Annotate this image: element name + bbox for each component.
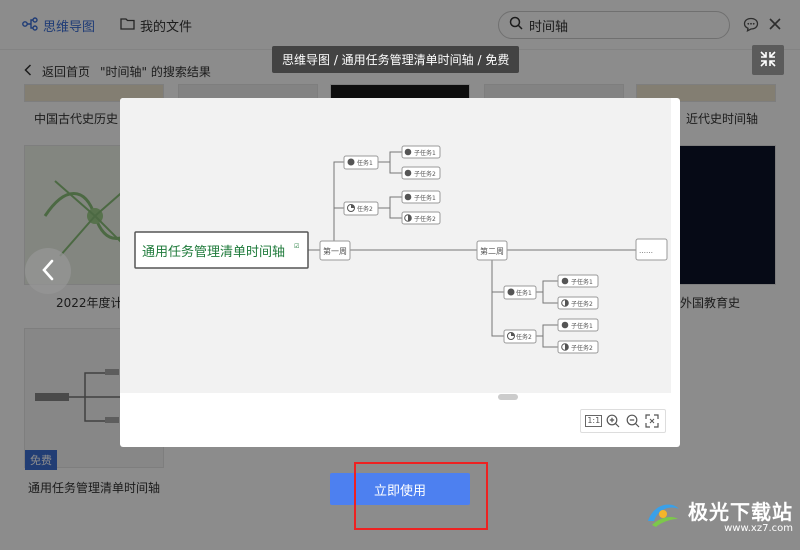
svg-text:☑: ☑ (294, 243, 299, 250)
reset-zoom-button[interactable]: 1:1 (585, 412, 603, 430)
mindmap-subtask-label: 子任务2 (414, 170, 436, 178)
mindmap-subtask-label: 子任务1 (414, 194, 436, 202)
zoom-out-icon[interactable] (624, 412, 642, 430)
mindmap-root-label: 通用任务管理清单时间轴 (142, 244, 285, 260)
mindmap-subtask-label: 子任务1 (571, 278, 593, 286)
mindmap-task-label: 任务1 (516, 289, 532, 297)
mindmap-ellipsis-label: …… (639, 247, 653, 255)
modal-breadcrumb: 思维导图 / 通用任务管理清单时间轴 / 免费 (272, 46, 520, 73)
zoom-toolbar: 1:1 (580, 409, 666, 433)
mindmap-subtask-label: 子任务1 (414, 149, 436, 157)
watermark-logo-icon (644, 499, 682, 532)
horizontal-scrollbar[interactable] (498, 394, 518, 400)
chevron-left-icon (41, 259, 55, 284)
template-preview: 通用任务管理清单时间轴 ☑ 第一周 第二周 …… 任务1 任务2 子任务1 子任… (120, 98, 680, 447)
mindmap-task-label: 任务2 (357, 205, 373, 213)
mindmap-subtask-label: 子任务2 (571, 344, 593, 352)
exit-fullscreen-button[interactable] (752, 45, 784, 75)
watermark-brand: 极光下载站 (688, 500, 793, 524)
previous-button[interactable] (25, 248, 71, 294)
zoom-in-icon[interactable] (604, 412, 622, 430)
mindmap-week2-label: 第二周 (480, 246, 504, 256)
mindmap-task-label: 任务1 (357, 159, 373, 167)
mindmap-week1-label: 第一周 (323, 246, 347, 256)
mindmap-subtask-label: 子任务2 (571, 300, 593, 308)
watermark: 极光下载站 www.xz7.com (644, 496, 793, 534)
reset-zoom-label: 1:1 (585, 415, 603, 427)
collapse-icon (760, 50, 776, 70)
mindmap-canvas[interactable]: 通用任务管理清单时间轴 ☑ 第一周 第二周 …… 任务1 任务2 子任务1 子任… (120, 98, 671, 393)
fit-screen-icon[interactable] (643, 412, 661, 430)
mindmap-task-label: 任务2 (516, 333, 532, 341)
highlight-box (354, 462, 488, 530)
mindmap-subtask-label: 子任务2 (414, 215, 436, 223)
mindmap-subtask-label: 子任务1 (571, 322, 593, 330)
